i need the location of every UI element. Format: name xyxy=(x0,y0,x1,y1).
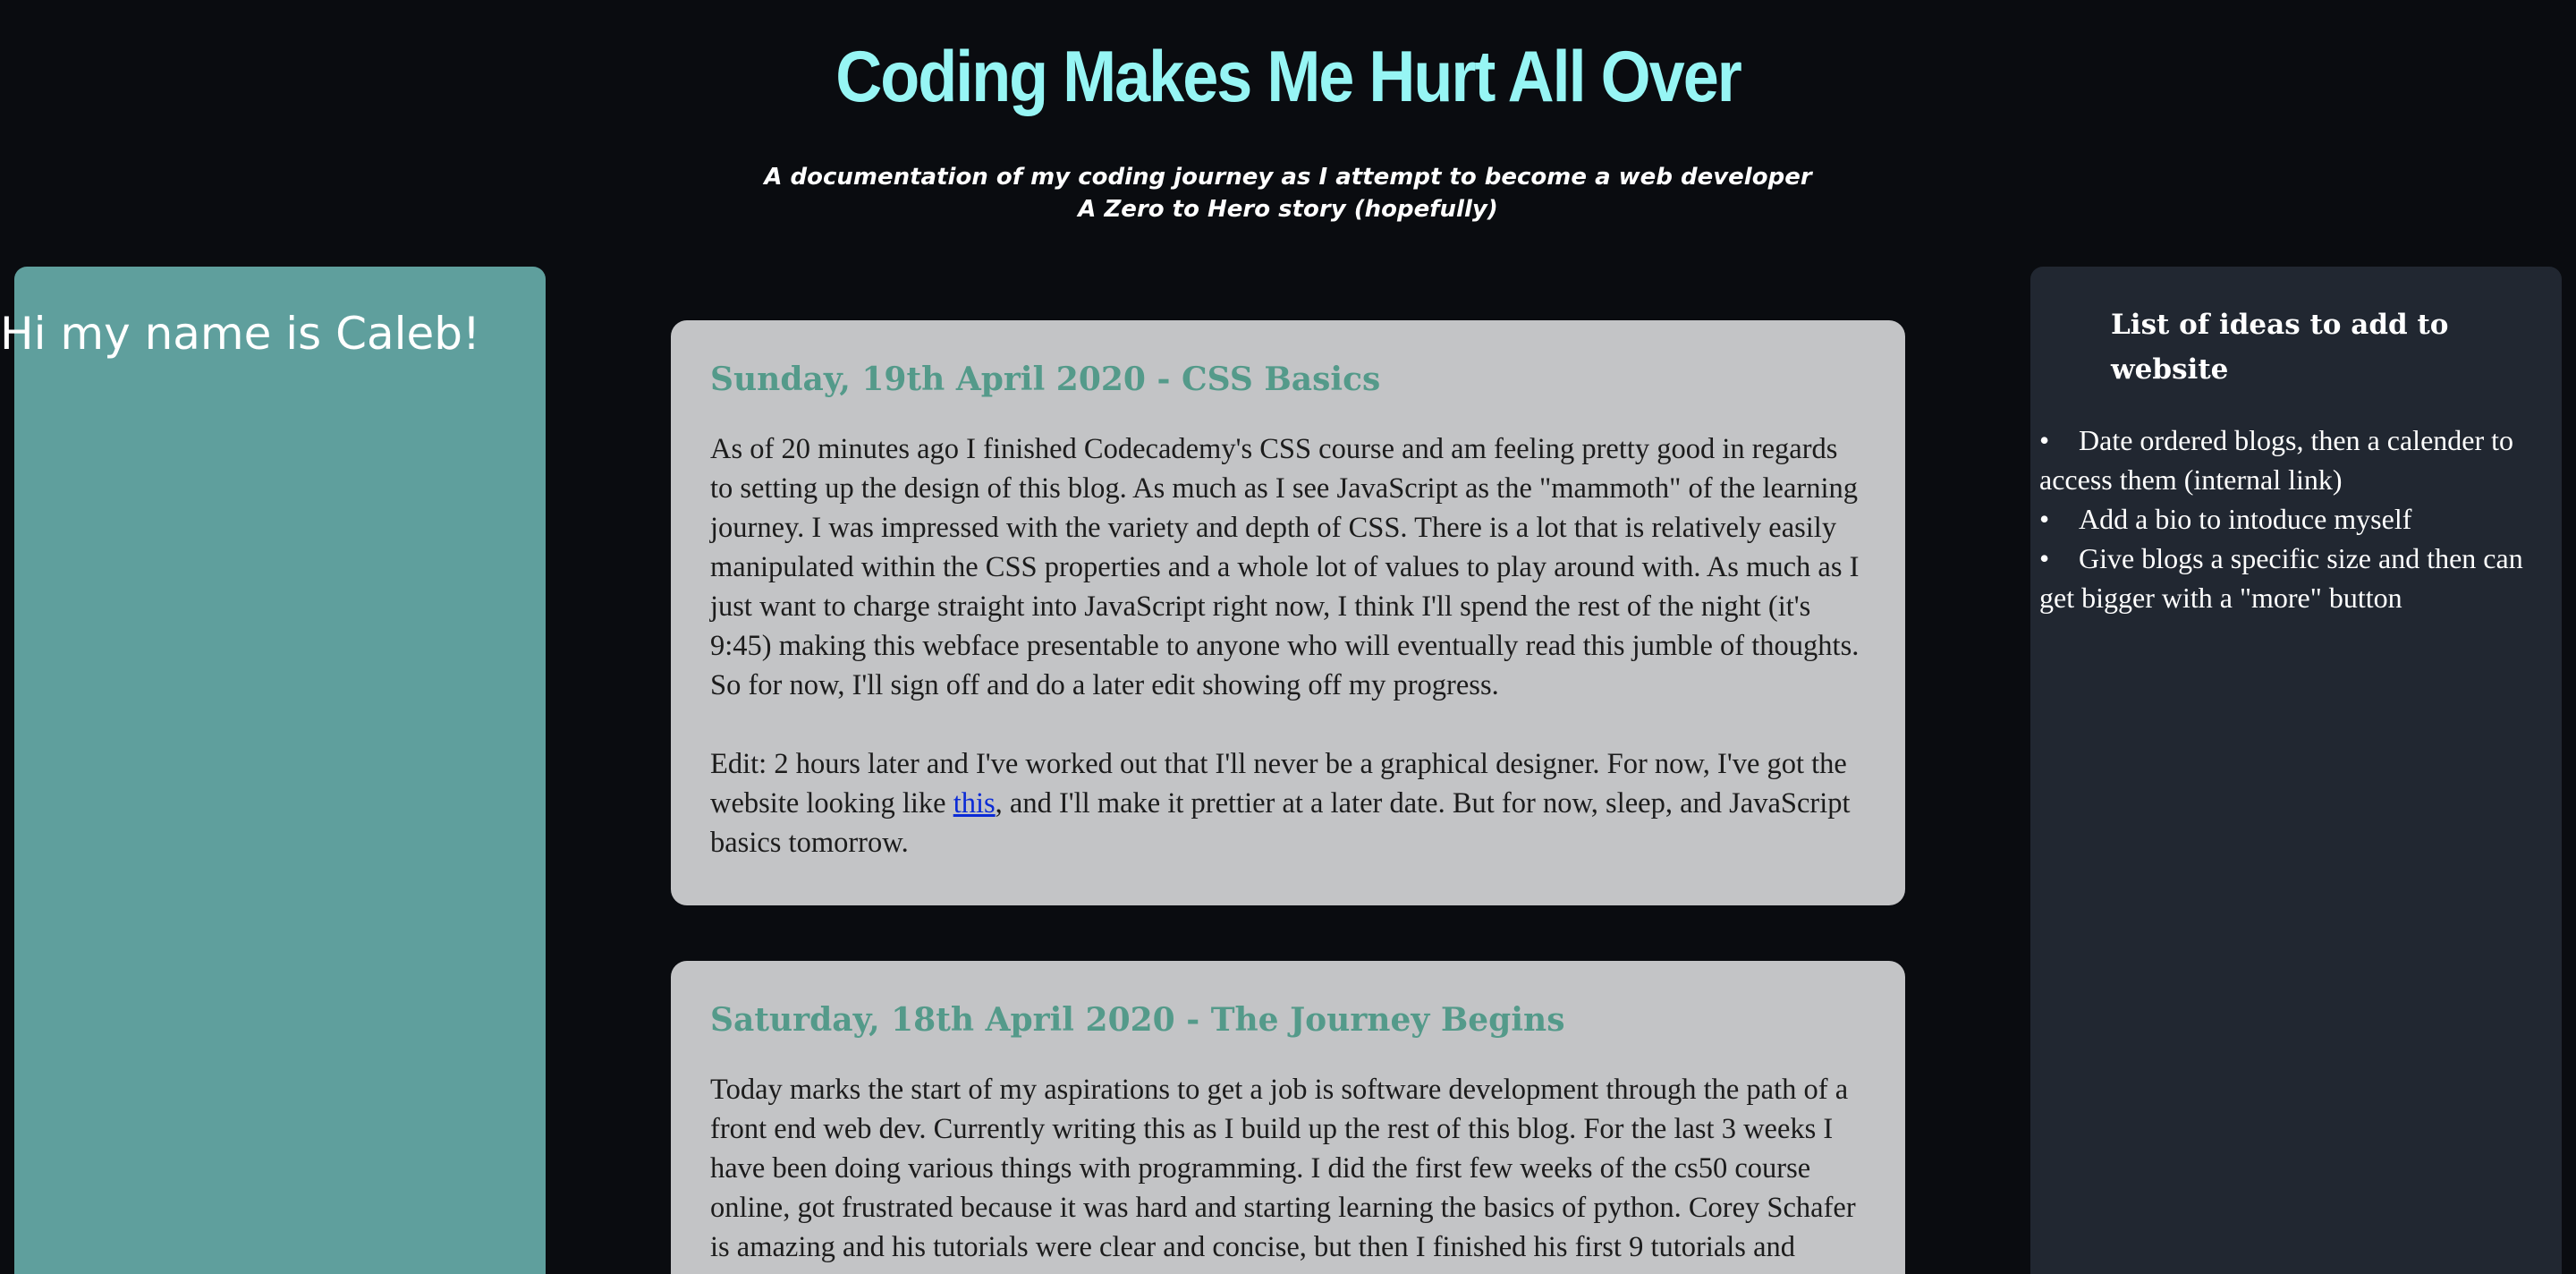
post-paragraph: Edit: 2 hours later and I've worked out … xyxy=(710,744,1866,862)
progress-link[interactable]: this xyxy=(953,787,996,820)
ideas-list: • Date ordered blogs, then a calender to … xyxy=(2039,420,2540,617)
ideas-list-item: • Add a bio to intoduce myself xyxy=(2039,499,2540,539)
ideas-heading: List of ideas to add to website xyxy=(2111,309,2449,386)
blog-post: Saturday, 18th April 2020 - The Journey … xyxy=(671,961,1905,1274)
site-title: Coding Makes Me Hurt All Over xyxy=(835,37,1742,117)
ideas-item-text: Date ordered blogs, then a calender to a… xyxy=(2039,424,2514,496)
ideas-list-item: • Date ordered blogs, then a calender to … xyxy=(2039,420,2540,499)
subtitle-line-1: A documentation of my coding journey as … xyxy=(764,164,1812,191)
ideas-item-text: Give blogs a specific size and then can … xyxy=(2039,542,2523,614)
post-paragraph: As of 20 minutes ago I finished Codecade… xyxy=(710,433,1860,701)
post-title: Sunday, 19th April 2020 - CSS Basics xyxy=(710,361,1381,398)
post-title: Saturday, 18th April 2020 - The Journey … xyxy=(710,1001,1565,1039)
ideas-list-item: • Give blogs a specific size and then can… xyxy=(2039,539,2540,617)
subtitle-line-2: A Zero to Hero story (hopefully) xyxy=(1078,196,1498,223)
bullet-icon: • xyxy=(2039,503,2050,535)
bullet-icon: • xyxy=(2039,542,2050,574)
post-paragraph: Today marks the start of my aspirations … xyxy=(710,1074,1856,1263)
blog-post: Sunday, 19th April 2020 - CSS Basics As … xyxy=(671,320,1905,905)
bullet-icon: • xyxy=(2039,424,2050,456)
right-sidebar-panel xyxy=(2030,267,2562,1274)
site-subtitle: A documentation of my coding journey as … xyxy=(0,161,2576,225)
ideas-item-text: Add a bio to intoduce myself xyxy=(2079,503,2412,535)
bio-heading: Hi my name is Caleb! xyxy=(0,308,481,360)
left-sidebar-panel xyxy=(14,267,546,1274)
